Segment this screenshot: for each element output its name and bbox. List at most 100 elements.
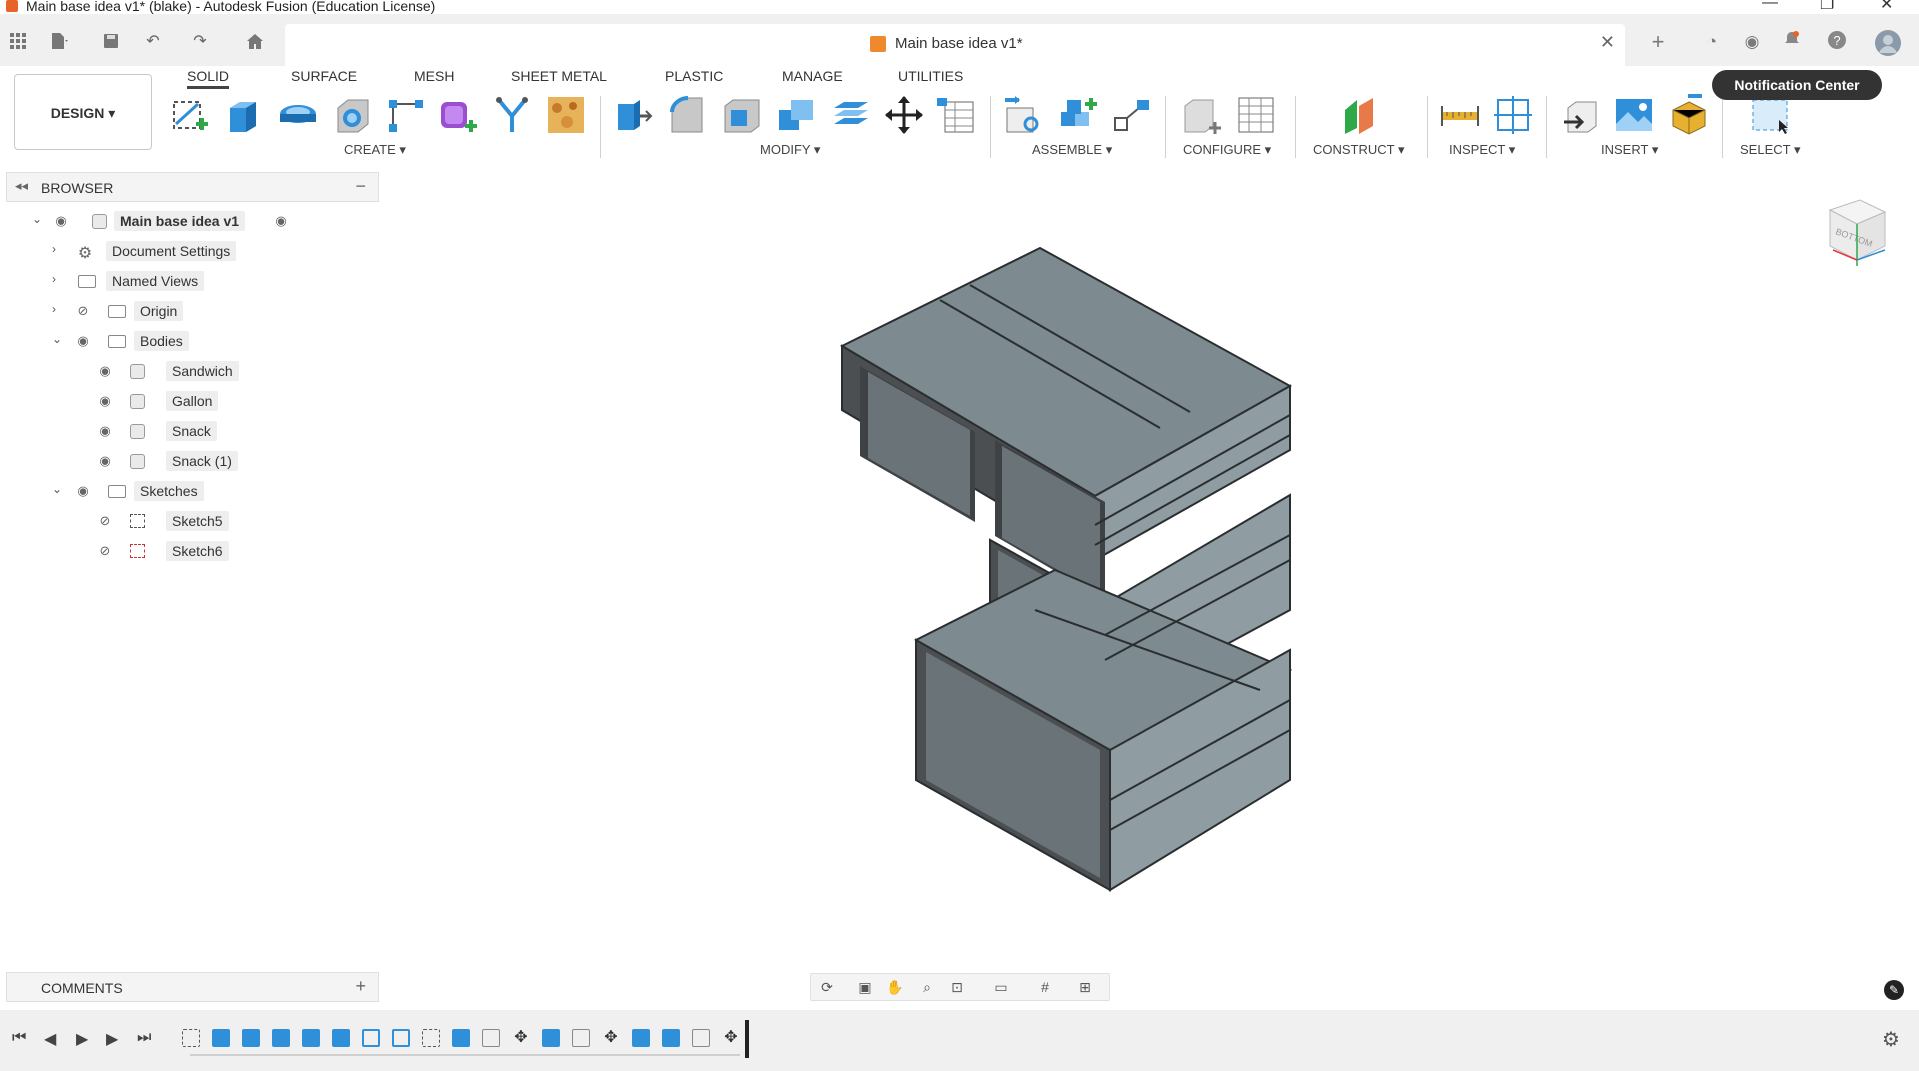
timeline-extrude-icon[interactable] [542,1029,560,1047]
move-copy-icon[interactable] [883,94,925,136]
timeline-split-icon[interactable] [572,1029,590,1047]
timeline-extrude-icon[interactable] [242,1029,260,1047]
revolve-icon[interactable] [277,94,319,136]
insert-canvas-icon[interactable] [1613,94,1655,136]
pan-icon[interactable]: ✋ [885,978,905,996]
change-parameters-icon[interactable] [935,94,977,136]
timeline-extrude-icon[interactable] [212,1029,230,1047]
orbit-icon[interactable]: ⟳ [817,978,837,996]
grid-icon[interactable] [8,32,28,52]
eye-icon[interactable]: ◉ [74,483,92,499]
restore-button[interactable]: ❐ [1820,0,1834,14]
eye-hidden-icon[interactable]: ⊘ [74,303,92,319]
minimize-button[interactable]: — [1762,0,1778,12]
gear-icon[interactable]: ⚙ [1882,1027,1900,1052]
eye-icon[interactable]: ◉ [96,393,114,409]
chevron-right-icon[interactable]: › [52,242,56,256]
offset-face-icon[interactable] [830,94,872,136]
timeline-extrude-icon[interactable] [662,1029,680,1047]
tab-sheet-metal[interactable]: SHEET METAL [511,68,607,84]
timeline-move-icon[interactable]: ✥ [602,1029,620,1047]
avatar[interactable] [1875,30,1901,56]
timeline-extrude-icon[interactable] [302,1029,320,1047]
timeline-move-icon[interactable]: ✥ [512,1029,530,1047]
tab-mesh[interactable]: MESH [414,68,454,84]
help-icon[interactable]: ? [1825,30,1849,54]
add-comment-button[interactable]: + [355,976,366,997]
chevron-down-icon[interactable]: ⌄ [52,482,62,496]
eye-icon[interactable]: ◉ [96,423,114,439]
timeline-extrude-icon[interactable] [452,1029,470,1047]
model-viewport[interactable] [820,240,1380,910]
combine-icon[interactable] [775,94,817,136]
select-window-icon[interactable] [1749,94,1791,136]
tab-solid[interactable]: SOLID [187,68,230,89]
timeline-extrude-icon[interactable] [272,1029,290,1047]
configure-menu[interactable]: CONFIGURE ▾ [1183,142,1271,158]
section-analysis-icon[interactable] [1492,94,1534,136]
configure-icon[interactable] [1181,94,1223,136]
timeline-combine-icon[interactable] [362,1029,380,1047]
modify-menu[interactable]: MODIFY ▾ [760,142,820,158]
eye-icon[interactable]: ◉ [52,213,70,229]
as-built-joint-icon[interactable] [1111,94,1153,136]
zoom-icon[interactable]: ⌕ [917,978,937,996]
create-form-icon[interactable] [437,94,479,136]
go-to-end-icon[interactable]: ⏭ [137,1029,151,1047]
timeline-sketch-icon[interactable] [422,1029,440,1047]
derive-icon[interactable] [491,94,533,136]
insert-menu[interactable]: INSERT ▾ [1601,142,1658,158]
eye-icon[interactable]: ◉ [96,453,114,469]
assemble-menu[interactable]: ASSEMBLE ▾ [1032,142,1112,158]
configuration-table-icon[interactable] [1235,94,1277,136]
step-back-icon[interactable]: ◀ [44,1029,56,1049]
close-window-button[interactable]: ✕ [1880,0,1893,14]
undo-icon[interactable]: ↶ [143,32,163,52]
timeline-sketch-icon[interactable] [182,1029,200,1047]
measure-icon[interactable] [1439,94,1481,136]
eye-icon[interactable]: ◉ [96,363,114,379]
eye-hidden-icon[interactable]: ⊘ [96,543,114,559]
home-icon[interactable] [245,32,265,52]
job-status-icon[interactable]: ◉ [1740,30,1764,54]
tab-utilities[interactable]: UTILITIES [898,68,963,84]
timeline-split-icon[interactable] [482,1029,500,1047]
feedback-icon[interactable]: ✎ [1884,980,1904,1000]
timeline-split-icon[interactable] [692,1029,710,1047]
hole-icon[interactable] [332,94,374,136]
close-tab-button[interactable]: ✕ [1600,32,1615,53]
insert-derive-icon[interactable] [1560,94,1602,136]
joint-icon[interactable] [1057,94,1099,136]
look-at-icon[interactable]: ▣ [855,978,875,996]
file-icon[interactable] [50,32,70,52]
timeline-combine-icon[interactable] [392,1029,410,1047]
radio-active-icon[interactable]: ◉ [272,213,290,229]
go-to-start-icon[interactable]: ⏮ [12,1029,26,1047]
create-sketch-icon[interactable] [168,94,210,136]
eye-hidden-icon[interactable]: ⊘ [96,513,114,529]
save-icon[interactable] [101,32,121,52]
eye-icon[interactable]: ◉ [74,333,92,349]
decal-icon[interactable] [545,94,587,136]
online-icon[interactable]: ◔ [1700,30,1724,54]
play-icon[interactable]: ▶ [76,1029,88,1049]
chevron-right-icon[interactable]: › [52,272,56,286]
create-menu[interactable]: CREATE ▾ [344,142,406,158]
collapse-panel-icon[interactable]: ◂◂ [15,178,28,194]
chevron-right-icon[interactable]: › [52,302,56,316]
plus-icon[interactable]: + [1646,30,1670,54]
press-pull-icon[interactable] [612,94,654,136]
document-tab[interactable]: Main base idea v1* ✕ [285,24,1625,66]
display-settings-icon[interactable]: ▭ [991,978,1011,996]
timeline-extrude-icon[interactable] [632,1029,650,1047]
shell-icon[interactable] [721,94,763,136]
minimize-browser-button[interactable]: − [355,176,366,197]
select-menu[interactable]: SELECT ▾ [1740,142,1800,158]
tab-surface[interactable]: SURFACE [291,68,357,84]
grid-settings-icon[interactable]: # [1035,978,1055,996]
tab-plastic[interactable]: PLASTIC [665,68,723,84]
offset-plane-icon[interactable] [1339,94,1381,136]
chevron-down-icon[interactable]: ⌄ [32,212,42,226]
notification-bell-icon[interactable] [1780,30,1804,54]
pattern-icon[interactable] [385,94,427,136]
